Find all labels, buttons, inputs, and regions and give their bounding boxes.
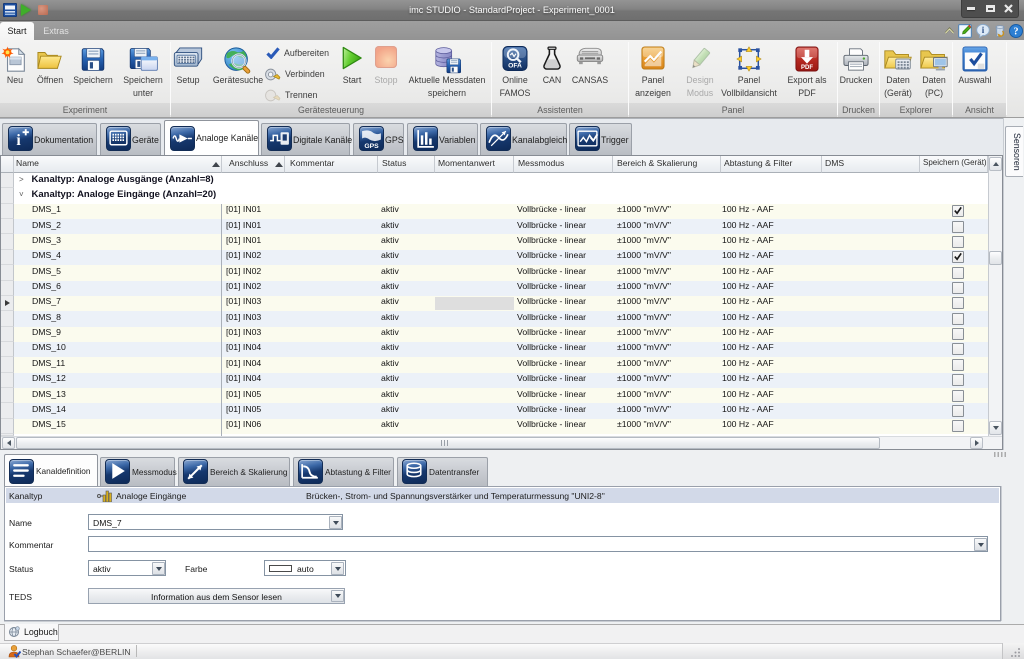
svg-text:PDF: PDF	[801, 65, 813, 71]
svg-text:OFA: OFA	[508, 63, 522, 70]
svg-text:?: ?	[1014, 27, 1019, 38]
svg-text:GPS: GPS	[364, 143, 379, 150]
svg-text:i: i	[16, 132, 21, 149]
